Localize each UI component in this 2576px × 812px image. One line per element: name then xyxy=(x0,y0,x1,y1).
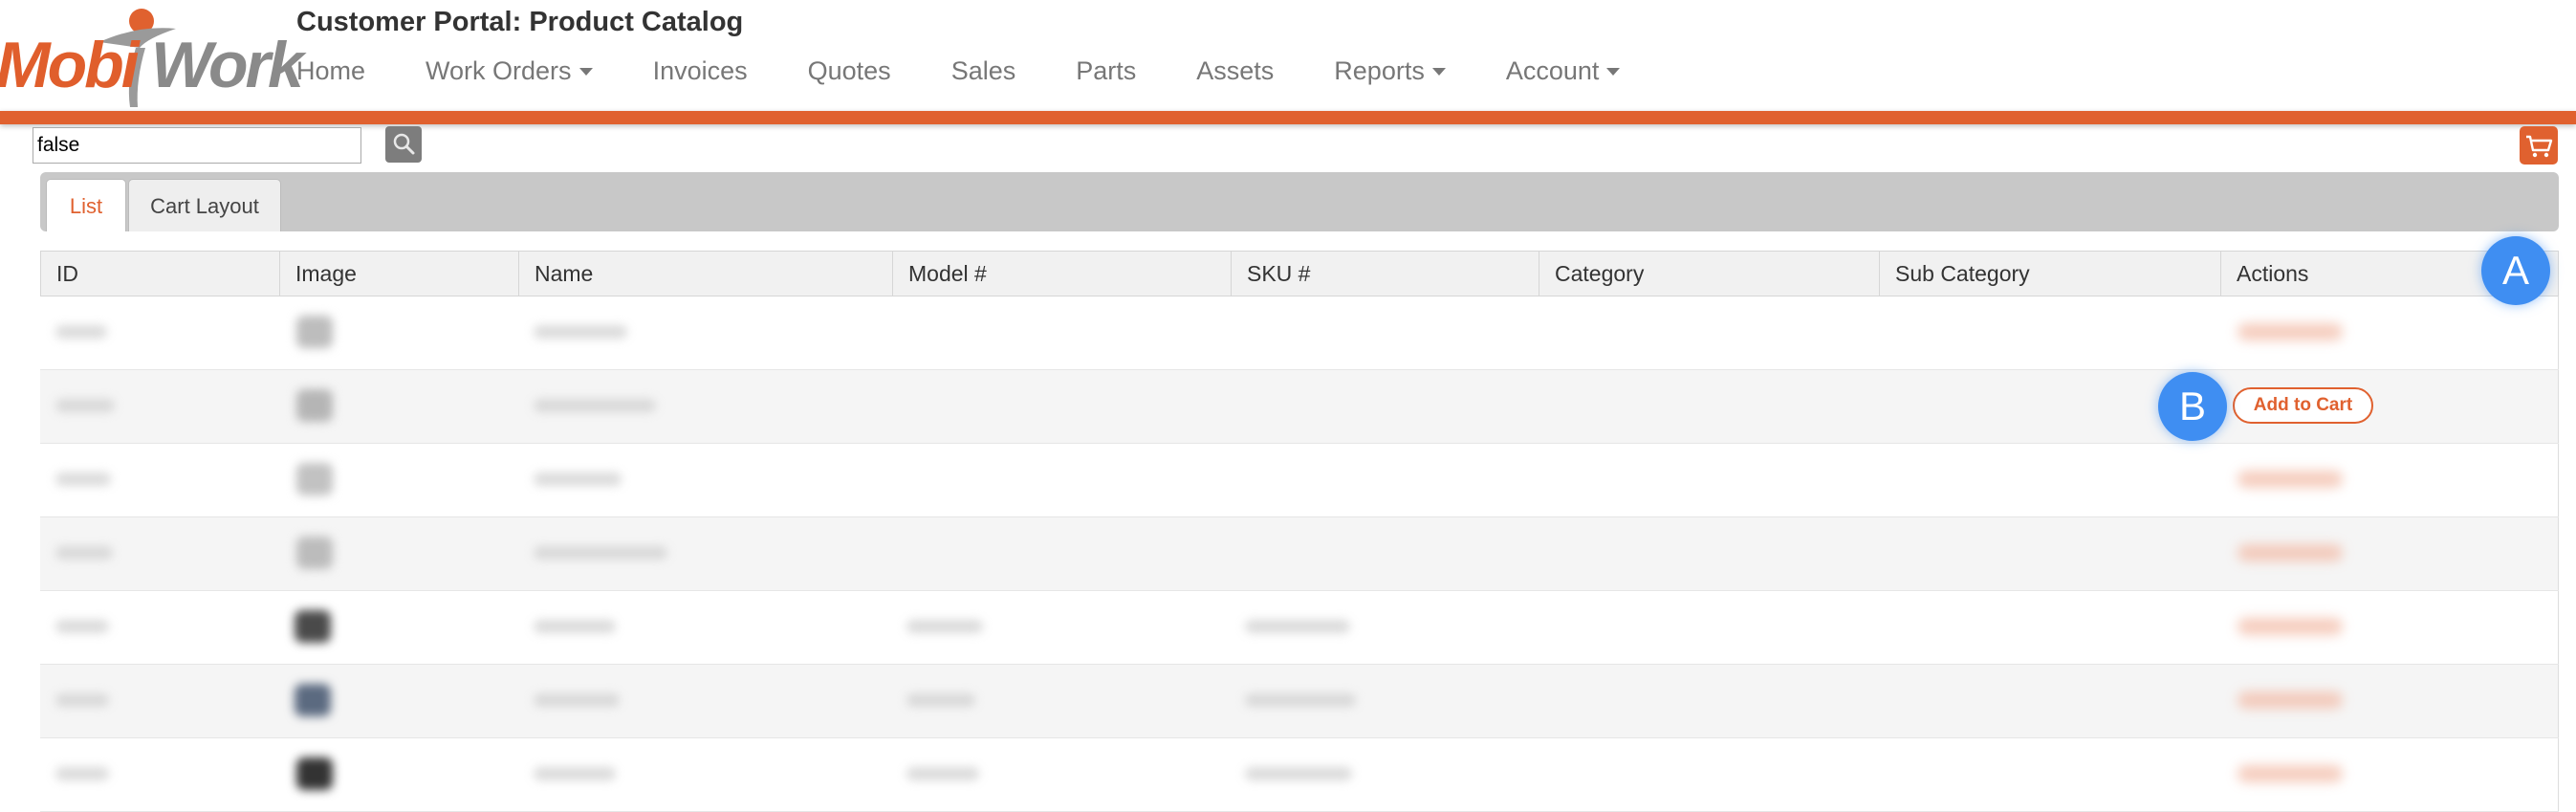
product-thumbnail xyxy=(296,316,333,348)
blurred-name xyxy=(534,620,616,633)
blurred-sku xyxy=(1245,767,1352,780)
product-thumbnail xyxy=(296,537,333,569)
nav-sales-label: Sales xyxy=(950,56,1016,85)
blurred-id xyxy=(55,399,115,412)
nav-parts[interactable]: Parts xyxy=(1076,52,1136,90)
add-to-cart-button[interactable]: Add to Cart xyxy=(2233,387,2373,424)
blurred-id xyxy=(55,620,109,633)
search-icon xyxy=(393,133,415,155)
nav-account-label: Account xyxy=(1505,56,1600,85)
column-header-name[interactable]: Name xyxy=(519,252,893,296)
search-input[interactable] xyxy=(33,127,361,164)
caret-down-icon xyxy=(579,68,593,77)
table-row[interactable] xyxy=(40,444,2559,517)
product-thumbnail xyxy=(296,463,333,495)
nav-home[interactable]: Home xyxy=(296,52,365,90)
product-thumbnail xyxy=(295,610,331,643)
table-row[interactable] xyxy=(40,738,2559,812)
nav-assets-label: Assets xyxy=(1196,56,1275,85)
product-thumbnail xyxy=(296,757,333,790)
product-thumbnail xyxy=(295,684,331,716)
blurred-id xyxy=(55,693,109,707)
tab-list[interactable]: List xyxy=(46,179,126,231)
add-to-cart-button[interactable] xyxy=(2238,544,2343,561)
search-button[interactable] xyxy=(385,126,422,163)
column-header-id[interactable]: ID xyxy=(41,252,280,296)
table-row[interactable] xyxy=(40,665,2559,738)
nav-work-orders-label: Work Orders xyxy=(426,56,572,85)
column-header-model[interactable]: Model # xyxy=(893,252,1232,296)
add-to-cart-button[interactable] xyxy=(2238,618,2343,635)
table-row[interactable] xyxy=(40,591,2559,665)
blurred-id xyxy=(55,325,107,339)
nav-reports-label: Reports xyxy=(1334,56,1425,85)
callout-marker-b: B xyxy=(2158,372,2227,441)
mobiwork-logo[interactable]: Mobi Work xyxy=(0,4,304,107)
product-thumbnail xyxy=(296,389,333,422)
blurred-id xyxy=(55,767,109,780)
blurred-model xyxy=(906,620,983,633)
nav-work-orders[interactable]: Work Orders xyxy=(426,52,593,90)
nav-account[interactable]: Account xyxy=(1506,52,1621,90)
nav-quotes-label: Quotes xyxy=(807,56,891,85)
page-title: Customer Portal: Product Catalog xyxy=(296,7,744,37)
product-table: ID Image Name Model # SKU # Category Sub… xyxy=(40,251,2559,812)
blurred-id xyxy=(55,472,111,486)
blurred-name xyxy=(534,767,616,780)
callout-marker-a: A xyxy=(2481,236,2550,305)
blurred-model xyxy=(906,767,979,780)
column-header-category[interactable]: Category xyxy=(1539,252,1880,296)
header-accent-bar xyxy=(0,111,2576,124)
nav-reports[interactable]: Reports xyxy=(1334,52,1446,90)
column-header-sub-category[interactable]: Sub Category xyxy=(1880,252,2221,296)
nav-parts-label: Parts xyxy=(1076,56,1137,85)
blurred-name xyxy=(534,693,620,707)
main-nav: Home Work Orders Invoices Quotes Sales P… xyxy=(296,52,1680,90)
app-header: Mobi Work Customer Portal: Product Catal… xyxy=(0,0,2576,111)
nav-sales[interactable]: Sales xyxy=(951,52,1016,90)
view-tabs: List Cart Layout xyxy=(40,172,2559,231)
table-row[interactable] xyxy=(40,296,2559,370)
nav-assets[interactable]: Assets xyxy=(1196,52,1274,90)
nav-home-label: Home xyxy=(296,56,366,85)
table-row[interactable] xyxy=(40,517,2559,591)
caret-down-icon xyxy=(1431,68,1446,77)
add-to-cart-button[interactable] xyxy=(2238,765,2343,782)
add-to-cart-button[interactable] xyxy=(2238,691,2343,709)
column-header-image[interactable]: Image xyxy=(280,252,519,296)
nav-invoices-label: Invoices xyxy=(652,56,748,85)
blurred-id xyxy=(55,546,113,560)
logo-text-mobi: Mobi xyxy=(0,29,140,101)
add-to-cart-button[interactable] xyxy=(2238,323,2343,340)
logo-text-work: Work xyxy=(151,29,304,101)
blurred-sku xyxy=(1245,693,1356,707)
blurred-name xyxy=(534,546,667,560)
blurred-name xyxy=(534,399,656,412)
tab-cart-layout[interactable]: Cart Layout xyxy=(128,179,281,231)
add-to-cart-button[interactable] xyxy=(2238,471,2343,488)
table-header: ID Image Name Model # SKU # Category Sub… xyxy=(40,251,2559,296)
blurred-name xyxy=(534,325,627,339)
blurred-sku xyxy=(1245,620,1350,633)
nav-quotes[interactable]: Quotes xyxy=(808,52,891,90)
cart-icon xyxy=(2526,135,2553,158)
column-header-sku[interactable]: SKU # xyxy=(1232,252,1539,296)
blurred-model xyxy=(906,693,975,707)
blurred-name xyxy=(534,472,622,486)
cart-button[interactable] xyxy=(2520,126,2558,165)
caret-down-icon xyxy=(1606,68,1621,77)
nav-invoices[interactable]: Invoices xyxy=(653,52,748,90)
